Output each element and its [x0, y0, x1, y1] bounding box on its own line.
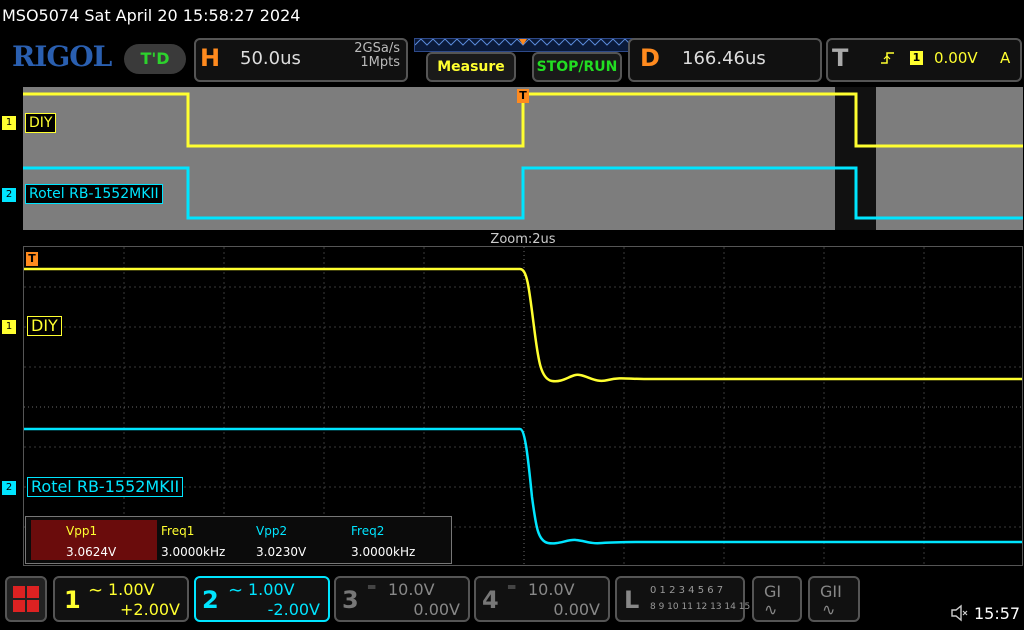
ch2-offset: -2.00V	[267, 600, 320, 619]
overview-waveform[interactable]	[23, 87, 1023, 230]
trigger-settings[interactable]	[826, 38, 1022, 82]
delay-value: 166.46us	[682, 48, 766, 69]
meas-freq1-value: 3.0000kHz	[161, 545, 226, 559]
logic-channels-row1: 0 1 2 3 4 5 6 7	[650, 585, 724, 596]
ac-coupling-icon: ∼	[88, 580, 104, 601]
ch2-main-label: Rotel RB-1552MKII	[27, 477, 184, 497]
ch4-number: 4	[482, 586, 499, 614]
main-menu-button[interactable]	[5, 576, 47, 622]
trigger-source: 1	[910, 51, 923, 65]
timebase-value: 50.0us	[240, 48, 301, 69]
ch1-overview-label: DIY	[25, 113, 57, 133]
ch2-number: 2	[202, 586, 219, 614]
logic-channels-row2: 8 9 10 11 12 13 14 15	[650, 602, 751, 612]
memory-timeline[interactable]	[414, 38, 636, 52]
ch1-number: 1	[64, 586, 81, 614]
ch3-number: 3	[342, 586, 359, 614]
rigol-logo: RIGOL	[12, 40, 112, 73]
meas-vpp2-value: 3.0230V	[256, 545, 307, 559]
title-bar: MSO5074 Sat April 20 15:58:27 2024	[2, 6, 301, 25]
generator-2-label: GII	[820, 582, 842, 601]
clock: 15:57	[974, 604, 1021, 623]
ch2-scale: 1.00V	[248, 580, 295, 599]
sample-info: 2GSa/s 1Mpts	[330, 42, 400, 70]
meas-freq2-label: Freq2	[351, 524, 385, 538]
trigger-mode: A	[1000, 49, 1011, 67]
ch3-offset: 0.00V	[413, 600, 460, 619]
stop-run-button[interactable]: STOP/RUN	[532, 52, 622, 82]
ch4-offset: 0.00V	[553, 600, 600, 619]
menu-grid-icon	[13, 586, 39, 612]
trigger-letter: T	[832, 44, 849, 72]
ch2-overview-label: Rotel RB-1552MKII	[25, 184, 163, 204]
zoom-trigger-marker: T	[26, 252, 38, 266]
ch1-overview-marker[interactable]: 1	[2, 116, 16, 130]
delay-letter: D	[640, 44, 660, 72]
ch4-scale: 10.0V	[528, 580, 575, 599]
meas-vpp2-label: Vpp2	[256, 524, 288, 538]
sine-wave-icon: ∿	[764, 600, 778, 619]
overview-trigger-marker: T	[517, 89, 529, 103]
sine-wave-icon: ∿	[822, 600, 836, 619]
logic-letter: L	[624, 586, 640, 614]
meas-vpp1-label: Vpp1	[66, 524, 98, 538]
ch1-scale: 1.00V	[108, 580, 155, 599]
generator-1-label: GI	[764, 582, 782, 601]
ch2-main-marker[interactable]: 2	[2, 481, 16, 495]
ch1-zoom-trace	[24, 267, 1022, 383]
trigger-level: 0.00V	[934, 49, 978, 67]
dc-coupling-icon: ═	[508, 580, 516, 594]
dc-coupling-icon: ═	[368, 580, 376, 594]
ch1-main-label: DIY	[27, 316, 62, 336]
measure-button[interactable]: Measure	[426, 52, 516, 82]
sample-rate: 2GSa/s	[354, 41, 400, 56]
memory-depth: 1Mpts	[360, 55, 400, 70]
td-mode-badge[interactable]: T'D	[124, 44, 186, 74]
ch1-main-marker[interactable]: 1	[2, 320, 16, 334]
speaker-mute-icon[interactable]	[950, 604, 968, 626]
ch3-scale: 10.0V	[388, 580, 435, 599]
ch2-overview-marker[interactable]: 2	[2, 188, 16, 202]
meas-freq1-label: Freq1	[161, 524, 195, 538]
ac-coupling-icon: ∼	[228, 580, 244, 601]
zoom-label: Zoom:2us	[490, 232, 556, 247]
meas-vpp1-value: 3.0624V	[66, 545, 117, 559]
horizontal-letter: H	[200, 44, 221, 72]
ch1-offset: +2.00V	[120, 600, 180, 619]
rising-edge-icon	[880, 50, 896, 70]
meas-freq2-value: 3.0000kHz	[351, 545, 416, 559]
